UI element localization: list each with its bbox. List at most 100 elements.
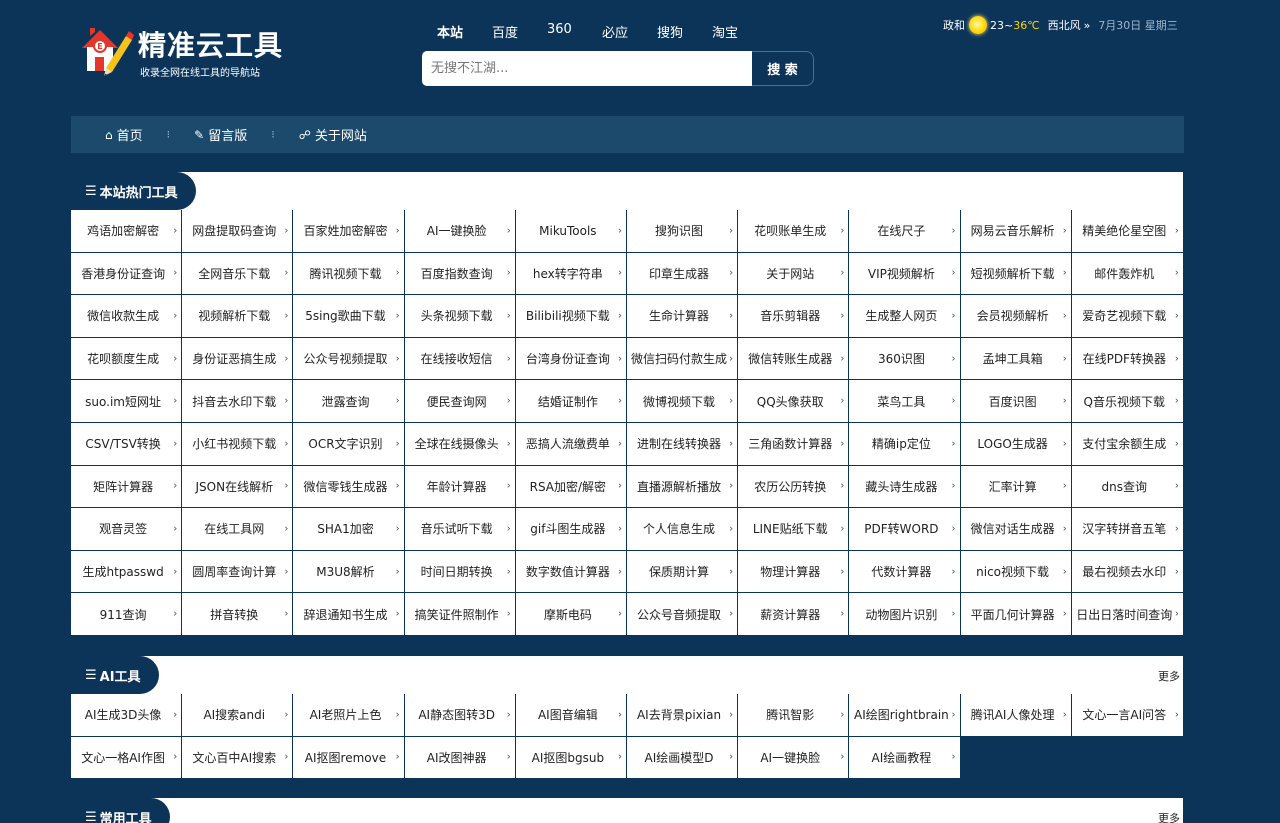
tool-link[interactable]: 微信零钱生成器 <box>293 465 405 509</box>
tool-link[interactable]: 在线接收短信 <box>404 337 516 381</box>
tool-link[interactable]: 网易云音乐解析 <box>960 210 1072 253</box>
tool-link[interactable]: 印章生成器 <box>626 252 739 296</box>
site-logo[interactable]: E 精准云工具 收录全网在线工具的导航站 <box>78 22 298 82</box>
tool-link[interactable]: 百度识图 <box>960 380 1072 423</box>
tool-link[interactable]: 平面几何计算器 <box>960 593 1072 636</box>
tool-link[interactable]: 音乐试听下载 <box>404 508 516 551</box>
nav-item-guestbook[interactable]: ✎ 留言版 <box>194 125 247 145</box>
tool-link[interactable]: 时间日期转换 <box>404 550 516 594</box>
tool-link[interactable]: 网盘提取码查询 <box>182 210 294 253</box>
tool-link[interactable]: 花呗额度生成 <box>71 337 183 381</box>
tool-link[interactable]: 动物图片识别 <box>849 593 961 636</box>
engine-tab-360[interactable]: 360 <box>534 22 589 41</box>
tool-link[interactable]: 微信扫码付款生成 <box>626 337 739 381</box>
tool-link[interactable]: 圆周率查询计算 <box>182 550 294 594</box>
tool-link[interactable]: AI生成3D头像 <box>71 694 183 737</box>
tool-link[interactable]: 5sing歌曲下载 <box>293 295 405 338</box>
tool-link[interactable]: 生成整人网页 <box>849 295 961 338</box>
tool-link[interactable]: AI绘图rightbrain <box>849 694 961 737</box>
tool-link[interactable]: 搜狗识图 <box>626 210 739 253</box>
engine-tab-sogou[interactable]: 搜狗 <box>644 22 699 41</box>
tool-link[interactable]: 文心一言AI问答 <box>1071 694 1183 737</box>
tool-link[interactable]: 微博视频下载 <box>626 380 739 423</box>
tool-link[interactable]: 进制在线转换器 <box>626 422 739 466</box>
tool-link[interactable]: 孟坤工具箱 <box>960 337 1072 381</box>
tool-link[interactable]: 关于网站 <box>738 252 850 296</box>
tool-link[interactable]: gif斗图生成器 <box>515 508 627 551</box>
tool-link[interactable]: AI搜索andi <box>182 694 294 737</box>
tool-link[interactable]: 在线PDF转换器 <box>1071 337 1183 381</box>
tool-link[interactable]: AI一键换脸 <box>738 736 850 780</box>
tool-link[interactable]: AI绘画教程 <box>849 736 961 780</box>
tool-link[interactable]: 文心一格AI作图 <box>71 736 183 780</box>
tool-link[interactable]: 腾讯AI人像处理 <box>960 694 1072 737</box>
tool-link[interactable]: AI抠图remove <box>293 736 405 780</box>
tool-link[interactable]: 百家姓加密解密 <box>293 210 405 253</box>
tool-link[interactable]: 视频解析下载 <box>182 295 294 338</box>
tool-link[interactable]: AI图音编辑 <box>515 694 627 737</box>
tool-link[interactable]: 藏头诗生成器 <box>849 465 961 509</box>
tool-link[interactable]: 结婚证制作 <box>515 380 627 423</box>
tool-link[interactable]: AI去背景pixian <box>626 694 739 737</box>
engine-tab-taobao[interactable]: 淘宝 <box>699 22 754 41</box>
tool-link[interactable]: 百度指数查询 <box>404 252 516 296</box>
tool-link[interactable]: 邮件轰炸机 <box>1071 252 1183 296</box>
tool-link[interactable]: LINE贴纸下载 <box>738 508 850 551</box>
tool-link[interactable]: hex转字符串 <box>515 252 627 296</box>
tool-link[interactable]: AI绘画模型D <box>626 736 739 780</box>
tool-link[interactable]: AI一键换脸 <box>404 210 516 253</box>
tool-link[interactable]: 身份证恶搞生成 <box>182 337 294 381</box>
engine-tab-baidu[interactable]: 百度 <box>479 22 534 41</box>
tool-link[interactable]: 公众号音频提取 <box>626 593 739 636</box>
tool-link[interactable]: AI抠图bgsub <box>515 736 627 780</box>
tool-link[interactable]: RSA加密/解密 <box>515 465 627 509</box>
tool-link[interactable]: PDF转WORD <box>849 508 961 551</box>
tool-link[interactable]: 直播源解析播放 <box>626 465 739 509</box>
tool-link[interactable]: 腾讯智影 <box>738 694 850 737</box>
tool-link[interactable]: 会员视频解析 <box>960 295 1072 338</box>
tool-link[interactable]: 农历公历转换 <box>738 465 850 509</box>
tool-link[interactable]: LOGO生成器 <box>960 422 1072 466</box>
tool-link[interactable]: 腾讯视频下载 <box>293 252 405 296</box>
search-button[interactable]: 搜 索 <box>752 51 814 86</box>
more-link[interactable]: 更多 <box>1158 668 1180 684</box>
engine-tab-bing[interactable]: 必应 <box>589 22 644 41</box>
tool-link[interactable]: 微信转账生成器 <box>738 337 850 381</box>
tool-link[interactable]: 摩斯电码 <box>515 593 627 636</box>
tool-link[interactable]: 三角函数计算器 <box>738 422 850 466</box>
tool-link[interactable]: 头条视频下载 <box>404 295 516 338</box>
tool-link[interactable]: 音乐剪辑器 <box>738 295 850 338</box>
tool-link[interactable]: 泄露查询 <box>293 380 405 423</box>
tool-link[interactable]: JSON在线解析 <box>182 465 294 509</box>
tool-link[interactable]: suo.im短网址 <box>71 380 183 423</box>
tool-link[interactable]: 便民查询网 <box>404 380 516 423</box>
weather-widget[interactable]: 政和 23 ~ 36℃ 西北风 » 7月30日 星期三 <box>943 16 1178 34</box>
tool-link[interactable]: SHA1加密 <box>293 508 405 551</box>
tool-link[interactable]: CSV/TSV转换 <box>71 422 183 466</box>
tool-link[interactable]: 鸡语加密解密 <box>71 210 183 253</box>
tool-link[interactable]: 搞笑证件照制作 <box>404 593 516 636</box>
tool-link[interactable]: 辞退通知书生成 <box>293 593 405 636</box>
tool-link[interactable]: 数字数值计算器 <box>515 550 627 594</box>
tool-link[interactable]: AI改图神器 <box>404 736 516 780</box>
tool-link[interactable]: 个人信息生成 <box>626 508 739 551</box>
tool-link[interactable]: 恶搞人流缴费单 <box>515 422 627 466</box>
tool-link[interactable]: 短视频解析下载 <box>960 252 1072 296</box>
tool-link[interactable]: MikuTools <box>515 210 627 253</box>
tool-link[interactable]: 精美绝伦星空图 <box>1071 210 1183 253</box>
tool-link[interactable]: Q音乐视频下载 <box>1071 380 1183 423</box>
tool-link[interactable]: 360识图 <box>849 337 961 381</box>
tool-link[interactable]: 台湾身份证查询 <box>515 337 627 381</box>
tool-link[interactable]: 菜鸟工具 <box>849 380 961 423</box>
tool-link[interactable]: 物理计算器 <box>738 550 850 594</box>
tool-link[interactable]: 香港身份证查询 <box>71 252 183 296</box>
tool-link[interactable]: 最右视频去水印 <box>1071 550 1183 594</box>
tool-link[interactable]: AI老照片上色 <box>293 694 405 737</box>
tool-link[interactable]: 薪资计算器 <box>738 593 850 636</box>
nav-item-home[interactable]: ⌂ 首页 <box>105 125 143 145</box>
tool-link[interactable]: 文心百中AI搜索 <box>182 736 294 780</box>
tool-link[interactable]: 矩阵计算器 <box>71 465 183 509</box>
tool-link[interactable]: OCR文字识别 <box>293 422 405 466</box>
tool-link[interactable]: 在线尺子 <box>849 210 961 253</box>
tool-link[interactable]: dns查询 <box>1071 465 1183 509</box>
